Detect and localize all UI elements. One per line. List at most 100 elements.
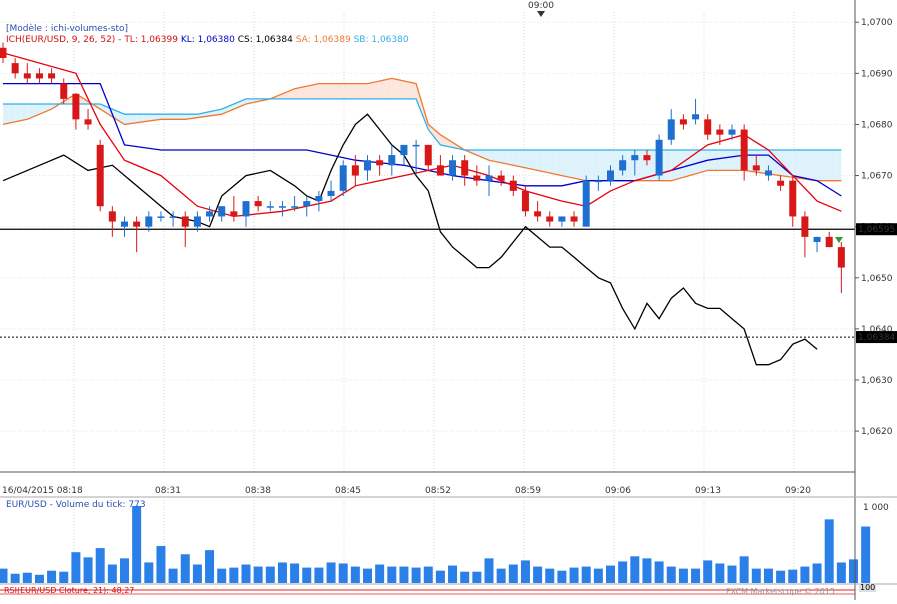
volume-bar [824, 519, 834, 583]
volume-bar [630, 556, 640, 583]
volume-bar [83, 557, 93, 583]
volume-title: EUR/USD - Volume du tick: 773 [6, 500, 146, 510]
cloud-segment [173, 114, 180, 120]
cloud-segment [531, 150, 538, 171]
volume-bar [496, 568, 506, 583]
candle-body [582, 180, 590, 227]
volume-bar [642, 558, 652, 583]
candle-body [11, 63, 19, 74]
cloud-segment [361, 83, 368, 99]
cloud-segment [713, 150, 720, 171]
cloud-segment [519, 150, 526, 168]
volume-bar [520, 560, 530, 583]
cloud-segment [300, 86, 307, 99]
x-tick-label: 16/04/2015 08:18 [2, 486, 83, 496]
volume-bar [338, 563, 348, 583]
cloud-segment [21, 104, 28, 121]
cloud-segment [367, 82, 374, 99]
volume-bar [484, 558, 494, 583]
x-tick-label: 09:06 [605, 486, 631, 496]
model-label: [Modèle : ichi-volumes-sto] [6, 24, 128, 34]
candle-body [570, 216, 578, 222]
volume-bar [205, 550, 215, 583]
candle-body [303, 201, 311, 207]
cloud-segment [495, 150, 502, 163]
cloud-segment [592, 150, 599, 181]
candle-body [193, 216, 201, 227]
volume-bar [423, 566, 433, 583]
cloud-segment [586, 150, 593, 181]
candle-body [558, 216, 566, 222]
volume-bar [472, 571, 482, 583]
candle-body [521, 190, 529, 212]
candle-body [376, 160, 384, 166]
volume-bar [277, 562, 287, 583]
volume-bar [606, 565, 615, 583]
support-price-label: 1,06595 [858, 225, 895, 235]
cloud-segment [160, 114, 168, 120]
cloud-segment [324, 83, 332, 99]
cloud-segment [725, 150, 732, 171]
cloud-segment [817, 150, 824, 181]
volume-bar [654, 561, 664, 583]
x-tick-label: 09:20 [785, 486, 811, 496]
cloud-segment [349, 83, 356, 99]
candle-body [594, 180, 602, 183]
candle-body [679, 119, 687, 125]
cloud-segment [312, 83, 319, 99]
senkou-a-value: SA: 1,06389 [295, 35, 351, 45]
cloud-segment [561, 150, 568, 177]
volume-bar [776, 570, 786, 583]
cloud-segment [598, 150, 605, 181]
volume-bar [691, 568, 701, 583]
cloud-segment [403, 81, 411, 99]
x-tick-label: 08:31 [155, 486, 181, 496]
y-tick-label: 1,0700 [861, 18, 893, 28]
candle-body [278, 206, 286, 208]
volume-bar [618, 561, 628, 583]
candle-body [133, 221, 141, 227]
candle-body [667, 119, 675, 140]
candle-body [157, 216, 165, 218]
footer-copyright: FXCM Marketscope © 2015 [726, 587, 835, 596]
cloud-segment [124, 114, 131, 125]
cloud-segment [507, 150, 514, 166]
candle-body [449, 160, 457, 176]
indicator-legend: ICH(EUR/USD, 9, 26, 52) - TL: 1,06399 KL… [6, 35, 409, 45]
cloud-segment [829, 150, 836, 181]
candle-body [388, 155, 396, 166]
x-tick-label: 08:59 [515, 486, 541, 496]
volume-bar [34, 574, 44, 583]
volume-bar [47, 570, 57, 583]
volume-bar [290, 563, 300, 583]
cloud-segment [15, 104, 22, 122]
candle-body [764, 170, 772, 176]
volume-bar [508, 564, 518, 583]
volume-bar [120, 558, 129, 583]
volume-bar [460, 571, 470, 583]
cloud-segment [574, 150, 581, 180]
volume-bar [739, 556, 749, 583]
volume-bar [192, 564, 202, 583]
cloud-segment [537, 150, 544, 172]
volume-bar [763, 568, 773, 583]
cloud-segment [719, 150, 726, 171]
cloud-segment [337, 83, 344, 99]
volume-bar [435, 570, 445, 583]
volume-bar [788, 569, 798, 583]
candle-body [801, 216, 809, 237]
cloud-segment [580, 150, 587, 181]
volume-bar [314, 567, 324, 583]
candle-body [777, 180, 785, 186]
cloud-segment [732, 150, 739, 171]
volume-bar [861, 526, 871, 583]
cloud-segment [179, 114, 186, 120]
y-tick-label: 1,0620 [861, 427, 893, 437]
volume-bar [132, 506, 142, 583]
volume-bar [156, 546, 166, 583]
cloud-segment [9, 104, 16, 124]
volume-y-tick: 1 000 [863, 503, 889, 513]
candle-body [740, 129, 748, 171]
volume-bar [71, 552, 81, 583]
volume-bar [533, 566, 543, 583]
